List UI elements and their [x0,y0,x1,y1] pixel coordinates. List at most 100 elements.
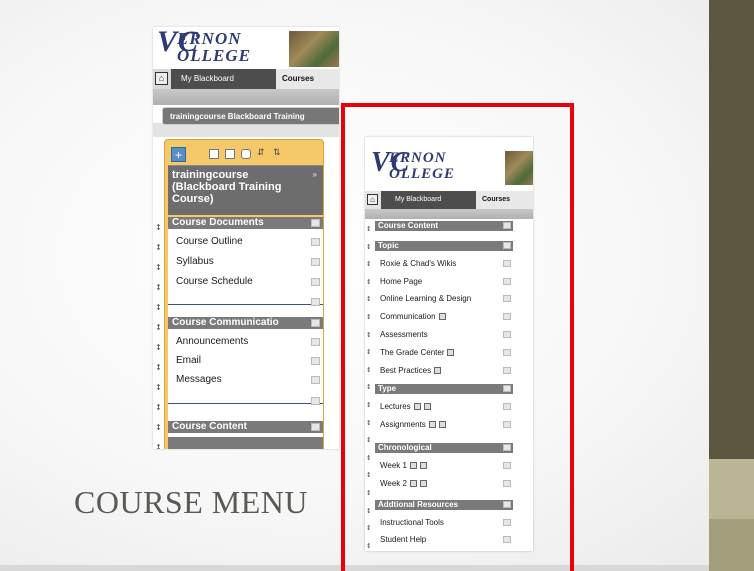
college-logo: VC ERNON OLLEGE [365,137,533,191]
menu-header-course-communication[interactable]: Course Communicatio [168,317,323,329]
menu-header-additional-resources[interactable]: Addtional Resources [375,500,513,510]
plus-icon[interactable]: + [171,147,186,162]
menu-item-label: Best Practices [380,366,432,375]
link-badge-icon [423,403,431,411]
options-icon[interactable] [311,238,320,246]
options-icon[interactable] [311,357,320,365]
menu-item-communication[interactable]: Communication [375,311,513,322]
menu-item-announcements[interactable]: Announcements [168,335,323,349]
options-icon[interactable] [503,519,511,526]
right-course-menu-screenshot: VC ERNON OLLEGE ⌂ My Blackboard Courses … [365,137,533,551]
options-icon[interactable] [503,403,511,410]
options-icon[interactable] [503,278,511,285]
menu-item-wikis[interactable]: Roxie & Chad's Wikis [375,258,513,269]
options-icon[interactable] [503,444,511,451]
drag-handle-column[interactable]: ↕ ↕ ↕ ↕ ↕ ↕ ↕ ↕ ↕ ↕ ↕ ↕ ↕ ↕ ↕ ↕ ↕ ↕ ↕ [366,221,371,551]
options-icon[interactable] [503,462,511,469]
menu-item-lectures[interactable]: Lectures [375,401,513,412]
tab-my-blackboard[interactable]: My Blackboard [171,69,276,89]
menu-item-online-learning[interactable]: Online Learning & Design [375,293,513,304]
options-icon[interactable] [503,242,511,249]
options-icon[interactable] [503,385,511,392]
logo-line2: OLLEGE [389,166,455,182]
link-badge-icon [409,462,417,470]
menu-item-assessments[interactable]: Assessments [375,329,513,340]
refresh-icon[interactable]: ⇵ [257,147,265,158]
college-logo: VC ERNON OLLEGE [153,27,339,69]
link-badge-icon [409,480,417,488]
menu-item-email[interactable]: Email [168,354,323,368]
nav-strip [365,209,533,219]
options-icon[interactable] [503,480,511,487]
link-badge-icon [419,480,427,488]
menu-header-course-documents[interactable]: Course Documents [168,217,323,229]
right-course-menu: Course Content Topic Roxie & Chad's Wiki… [375,221,513,551]
options-icon[interactable] [503,222,511,229]
menu-item-label: Week 1 [380,461,407,470]
tab-courses[interactable]: Courses [476,191,533,209]
options-icon[interactable] [503,295,511,302]
menu-item-home-page[interactable]: Home Page [375,276,513,287]
menu-item-best-practices[interactable]: Best Practices [375,365,513,376]
options-icon[interactable] [311,423,320,431]
menu-item-week-2[interactable]: Week 2 [375,478,513,489]
breadcrumb[interactable]: trainingcourse Blackboard Training [162,107,339,125]
menu-header-course-content[interactable]: Course Content [168,421,323,433]
options-icon[interactable] [503,501,511,508]
home-tab-icon[interactable]: ⌂ [155,72,168,85]
menu-separator [168,403,323,404]
menu-item-course-schedule[interactable]: Course Schedule [168,275,323,289]
folder-icon[interactable] [209,149,219,159]
menu-item-student-help[interactable]: Student Help [375,534,513,545]
link-badge-icon [447,349,455,357]
menu-separator [168,304,323,305]
menu-item-label: Communication [380,312,436,321]
menu-item-assignments[interactable]: Assignments [375,419,513,430]
options-icon[interactable] [311,278,320,286]
course-title: trainingcourse (Blackboard Training Cour… [172,169,282,205]
menu-item-course-outline[interactable]: Course Outline [168,235,323,249]
campus-photo [505,151,533,185]
home-tab-icon[interactable]: ⌂ [367,194,378,205]
options-icon[interactable] [503,421,511,428]
menu-header-type[interactable]: Type [375,384,513,394]
course-title-box[interactable]: trainingcourse (Blackboard Training Cour… [168,165,323,215]
menu-item-instructional-tools[interactable]: Instructional Tools [375,517,513,528]
menu-item-label: Week 2 [380,479,407,488]
options-icon[interactable] [311,219,320,227]
course-menu-toolbar: + ⇵ ⇅ [169,144,321,166]
top-tabs: ⌂ My Blackboard Courses [365,191,533,209]
options-icon[interactable] [503,313,511,320]
options-icon[interactable] [311,397,320,405]
link-badge-icon [419,462,427,470]
options-icon[interactable] [311,376,320,384]
options-icon[interactable] [503,349,511,356]
menu-item-grade-center[interactable]: The Grade Center [375,347,513,358]
link-badge-icon [434,367,442,375]
options-icon[interactable] [311,258,320,266]
menu-item-syllabus[interactable]: Syllabus [168,255,323,269]
top-tabs: ⌂ My Blackboard Courses [153,69,339,89]
course-arrow-icon: » [312,170,317,179]
menu-header-chronological[interactable]: Chronological [375,443,513,453]
options-icon[interactable] [503,367,511,374]
menu-item-week-1[interactable]: Week 1 [375,460,513,471]
options-icon[interactable] [311,298,320,306]
nav-strip-2 [153,123,339,137]
options-icon[interactable] [311,338,320,346]
drag-handle-column[interactable]: ↕ ↕ ↕ ↕ ↕ ↕ ↕ ↕ ↕ ↕ ↕ ↕ [155,217,162,449]
options-icon[interactable] [503,331,511,338]
tab-courses[interactable]: Courses [276,69,339,89]
menu-header-course-content[interactable]: Course Content [375,221,513,231]
page-icon[interactable] [225,149,235,159]
tab-my-blackboard[interactable]: My Blackboard [381,191,476,209]
options-icon[interactable] [311,319,320,327]
chat-icon[interactable] [241,149,251,159]
options-icon[interactable] [503,536,511,543]
menu-item-messages[interactable]: Messages [168,373,323,387]
sort-icon[interactable]: ⇅ [273,147,281,158]
slide-title: COURSE MENU [74,484,308,520]
menu-header-topic[interactable]: Topic [375,241,513,251]
left-course-menu: Course Documents Course Outline Syllabus… [168,217,323,449]
options-icon[interactable] [503,260,511,267]
